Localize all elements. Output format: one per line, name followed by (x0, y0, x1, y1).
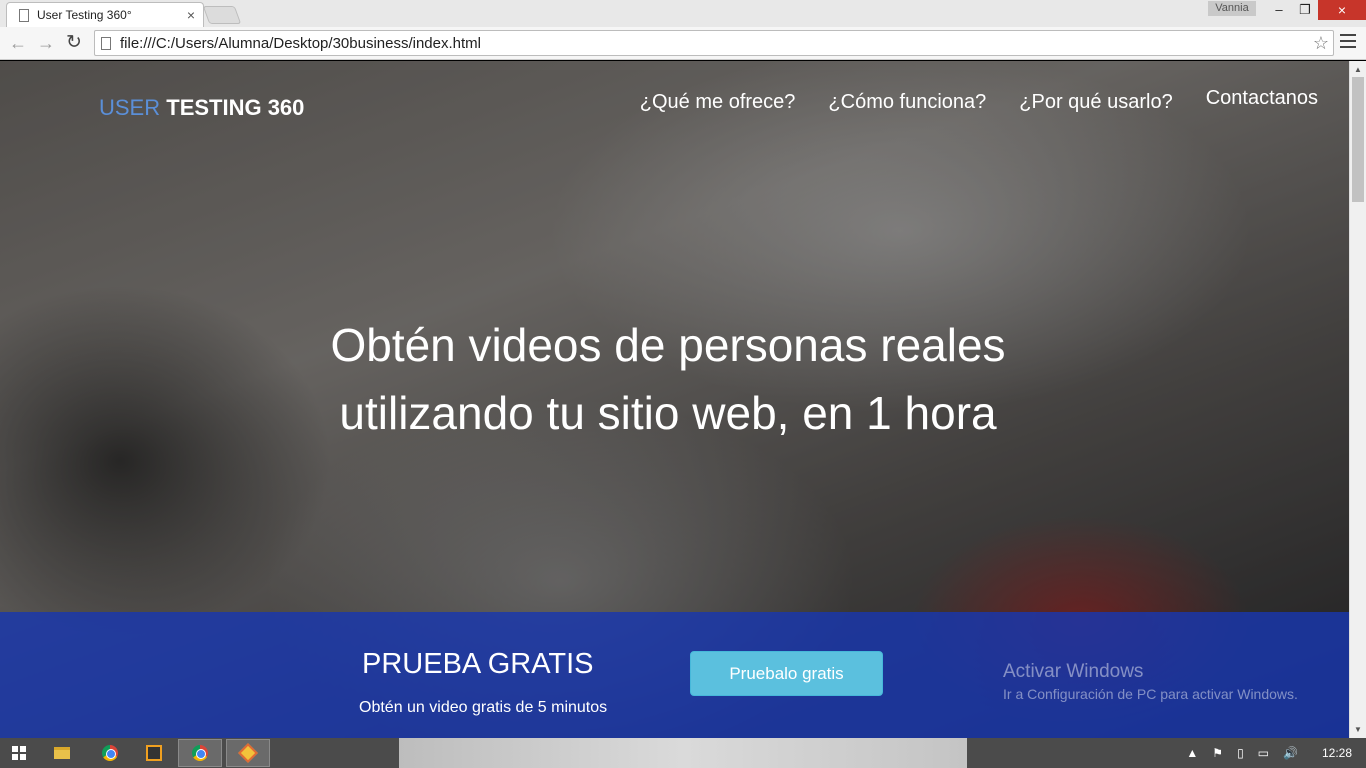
show-hidden-icons-icon[interactable]: ▲ (1186, 746, 1198, 760)
reload-icon[interactable]: ↻ (64, 33, 84, 53)
new-tab-button[interactable] (202, 6, 242, 24)
browser-toolbar: ← → ↻ file:///C:/Users/Alumna/Desktop/30… (0, 27, 1366, 60)
browser-titlebar: User Testing 360° × Vannia – ❐ × (0, 0, 1366, 27)
gem-icon (238, 743, 258, 763)
scroll-up-arrow-icon[interactable]: ▲ (1354, 65, 1362, 74)
forward-arrow-icon[interactable]: → (36, 33, 56, 53)
nav-como-funciona[interactable]: ¿Cómo funciona? (828, 91, 986, 114)
windows-start-icon[interactable] (12, 746, 26, 760)
taskbar-wallpaper-strip (399, 738, 967, 768)
bookmark-star-icon[interactable]: ☆ (1309, 33, 1333, 54)
taskbar-sketch[interactable] (226, 739, 270, 767)
windows-taskbar: ▲ ⚑ ▯ ▭ 🔊 12:28 (0, 738, 1366, 768)
nav-que-me-ofrece[interactable]: ¿Qué me ofrece? (640, 91, 796, 114)
nav-contactanos[interactable]: Contactanos (1206, 87, 1318, 110)
hamburger-menu-icon[interactable] (1340, 34, 1356, 50)
battery-icon[interactable]: ▯ (1237, 746, 1244, 760)
address-bar[interactable]: file:///C:/Users/Alumna/Desktop/30busine… (94, 30, 1334, 56)
scroll-thumb[interactable] (1352, 77, 1364, 202)
volume-icon[interactable]: 🔊 (1283, 746, 1298, 760)
headline-line-1: Obtén videos de personas reales (330, 319, 1006, 371)
close-window-button[interactable]: × (1318, 0, 1366, 20)
close-tab-icon[interactable]: × (183, 7, 199, 23)
chrome-icon (192, 745, 208, 761)
cta-subtitle: Obtén un video gratis de 5 minutos (359, 699, 608, 716)
action-center-flag-icon[interactable]: ⚑ (1212, 746, 1223, 760)
vertical-scrollbar[interactable]: ▲ ▼ (1349, 61, 1366, 738)
page-viewport: USER TESTING 360 ¿Qué me ofrece? ¿Cómo f… (0, 61, 1349, 738)
folder-icon (54, 747, 70, 759)
cta-title: PRUEBA GRATIS (362, 648, 594, 680)
network-icon[interactable]: ▭ (1258, 746, 1269, 760)
taskbar-chrome[interactable] (88, 739, 132, 767)
nav-por-que-usarlo[interactable]: ¿Por qué usarlo? (1019, 91, 1172, 114)
cta-band: PRUEBA GRATIS Obtén un video gratis de 5… (0, 612, 1349, 738)
taskbar-app[interactable] (132, 739, 176, 767)
app-icon (146, 745, 162, 761)
minimize-button[interactable]: – (1266, 0, 1292, 20)
site-logo[interactable]: USER TESTING 360 (99, 95, 304, 121)
try-free-button[interactable]: Pruebalo gratis (690, 651, 883, 696)
logo-text-user: USER (99, 95, 167, 120)
hero-headline: Obtén videos de personas reales utilizan… (0, 311, 1336, 447)
profile-badge[interactable]: Vannia (1208, 1, 1256, 16)
main-nav: ¿Qué me ofrece? ¿Cómo funciona? ¿Por qué… (607, 87, 1318, 114)
headline-line-2: utilizando tu sitio web, en 1 hora (339, 387, 997, 439)
logo-text-testing: TESTING 360 (166, 95, 305, 120)
clock[interactable]: 12:28 (1322, 746, 1352, 760)
chrome-icon (102, 745, 118, 761)
taskbar-file-explorer[interactable] (40, 739, 84, 767)
tab-title: User Testing 360° (37, 8, 132, 22)
restore-button[interactable]: ❐ (1292, 0, 1318, 20)
taskbar-chrome-active[interactable] (178, 739, 222, 767)
watermark-subtitle: Ir a Configuración de PC para activar Wi… (1003, 686, 1298, 702)
windows-activation-watermark: Activar Windows Ir a Configuración de PC… (1003, 661, 1298, 702)
system-tray: ▲ ⚑ ▯ ▭ 🔊 12:28 (1186, 738, 1366, 768)
scroll-down-arrow-icon[interactable]: ▼ (1354, 725, 1362, 734)
watermark-title: Activar Windows (1003, 661, 1144, 682)
page-icon (19, 8, 29, 22)
back-arrow-icon[interactable]: ← (8, 33, 28, 53)
page-icon (101, 36, 111, 50)
url-text[interactable]: file:///C:/Users/Alumna/Desktop/30busine… (120, 35, 1309, 52)
browser-tab[interactable]: User Testing 360° × (6, 2, 204, 27)
